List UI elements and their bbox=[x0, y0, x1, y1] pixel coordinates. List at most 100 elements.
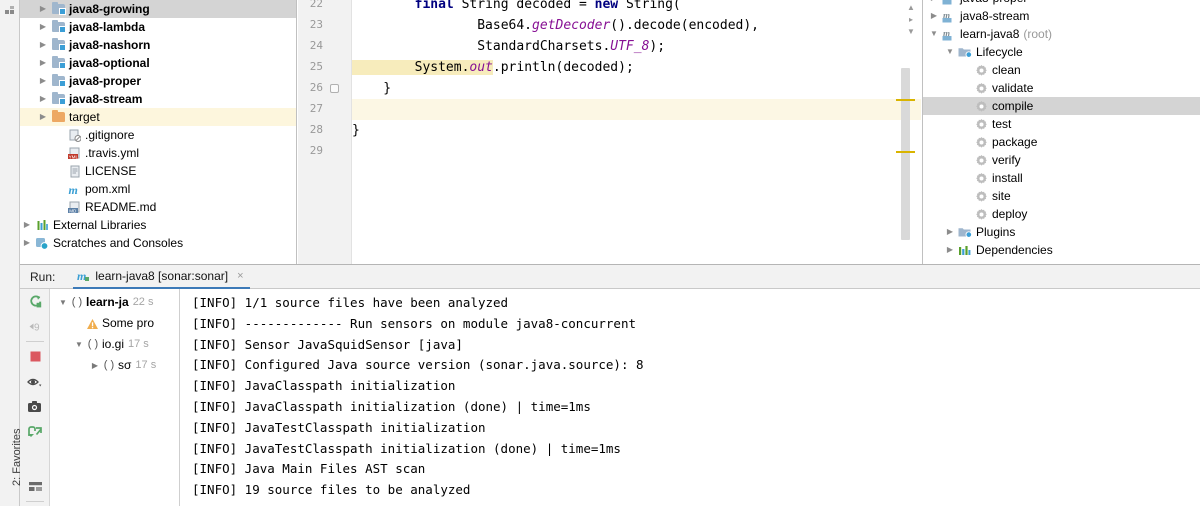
rerun-failed-tests-button[interactable]: 9 bbox=[20, 314, 50, 339]
code-line[interactable]: } bbox=[352, 120, 360, 141]
chevron-right-icon[interactable]: ▶ bbox=[20, 216, 34, 234]
rerun-button[interactable] bbox=[20, 289, 50, 314]
code-line[interactable]: StandardCharsets.UTF_8); bbox=[352, 36, 665, 57]
maven-tree-item[interactable]: verify bbox=[923, 151, 1200, 169]
test-tree-row[interactable]: ▼( ) learn-ja 22 s bbox=[50, 292, 179, 313]
maven-run-icon: m bbox=[77, 269, 90, 282]
code-line[interactable]: final String decoded = new String( bbox=[352, 0, 681, 15]
maven-tree-item[interactable]: ▶mjava8-proper bbox=[923, 0, 1200, 7]
chevron-right-icon[interactable]: ▶ bbox=[943, 223, 957, 241]
chevron-right-icon[interactable]: ▶ bbox=[36, 54, 50, 72]
console-line: [INFO] 1/1 source files have been analyz… bbox=[192, 295, 509, 310]
module-folder-icon bbox=[50, 55, 66, 69]
chevron-right-icon[interactable]: ▶ bbox=[20, 234, 34, 252]
maven-tree-item[interactable]: ▼ m learn-java8 (root) bbox=[923, 25, 1200, 43]
maven-tree-item[interactable]: deploy bbox=[923, 205, 1200, 223]
filter-button[interactable] bbox=[20, 369, 50, 394]
stop-button[interactable] bbox=[20, 344, 50, 369]
code-token: } bbox=[352, 123, 360, 138]
maven-tree-item[interactable]: install bbox=[923, 169, 1200, 187]
chevron-right-icon[interactable]: ▶ bbox=[943, 241, 957, 259]
chevron-right-icon[interactable]: ▶ bbox=[36, 108, 50, 126]
chevron-right-icon[interactable]: ▶ bbox=[927, 7, 941, 25]
module-folder-icon bbox=[50, 37, 66, 51]
code-line[interactable]: System.out.println(decoded); bbox=[352, 57, 634, 78]
chevron-down-icon[interactable]: ▼ bbox=[903, 26, 919, 38]
toolbar-separator bbox=[25, 501, 44, 502]
maven-tree-item[interactable]: compile bbox=[923, 97, 1200, 115]
structure-icon[interactable] bbox=[4, 4, 16, 16]
code-fold-icon[interactable] bbox=[330, 84, 339, 93]
export-snapshot-button[interactable] bbox=[20, 394, 50, 419]
chevron-down-icon[interactable]: ▼ bbox=[56, 292, 70, 313]
maven-tree-item-label: java8-stream bbox=[960, 9, 1030, 23]
chevron-up-icon[interactable]: ▲ bbox=[903, 2, 919, 14]
console-output[interactable]: [INFO] 1/1 source files have been analyz… bbox=[180, 289, 1200, 506]
editor-scrollbar[interactable] bbox=[901, 68, 910, 240]
maven-tree-item[interactable]: ▶ Dependencies bbox=[923, 241, 1200, 259]
editor-gutter[interactable]: 22 23 24 25 26 27 28 29 bbox=[298, 0, 352, 264]
project-tree-item[interactable]: ▶ java8-optional bbox=[20, 54, 296, 72]
dependencies-folder-icon bbox=[957, 244, 973, 256]
project-tree-item[interactable]: YML .travis.yml bbox=[20, 144, 296, 162]
editor-scroll-arrows[interactable]: ▲ ▸ ▼ bbox=[903, 2, 919, 38]
project-tree-item[interactable]: m pom.xml bbox=[20, 180, 296, 198]
chevron-right-icon[interactable]: ▸ bbox=[903, 14, 919, 26]
test-tree-row[interactable]: ▼( ) io.gi 17 s bbox=[50, 334, 179, 355]
editor-marker-warning-2[interactable] bbox=[896, 151, 915, 153]
chevron-right-icon[interactable]: ▶ bbox=[36, 72, 50, 90]
test-results-tree[interactable]: ▼( ) learn-ja 22 s Some pro ▼( ) io.gi 17 s ▶( … bbox=[50, 289, 180, 506]
chevron-right-icon[interactable]: ▶ bbox=[36, 36, 50, 54]
code-line[interactable]: Base64.getDecoder().decode(encoded), bbox=[352, 15, 759, 36]
chevron-right-icon[interactable]: ▶ bbox=[88, 355, 102, 376]
svg-text:m: m bbox=[77, 269, 86, 282]
project-tree-item[interactable]: MD README.md bbox=[20, 198, 296, 216]
camera-icon bbox=[27, 400, 43, 413]
project-tree-item[interactable]: ▶ java8-stream bbox=[20, 90, 296, 108]
run-configuration-tab[interactable]: m learn-java8 [sonar:sonar] × bbox=[73, 265, 250, 289]
favorites-tool-label[interactable]: 2: Favorites bbox=[11, 396, 23, 486]
chevron-right-icon[interactable]: ▶ bbox=[927, 0, 941, 7]
editor-marker-warning-1[interactable] bbox=[896, 99, 915, 101]
chevron-down-icon[interactable]: ▼ bbox=[943, 43, 957, 61]
project-tree-item[interactable]: .gitignore bbox=[20, 126, 296, 144]
code-editor[interactable]: 22 23 24 25 26 27 28 29 final String decoded = … bbox=[298, 0, 921, 264]
test-tree-row[interactable]: Some pro bbox=[50, 313, 179, 334]
project-tree-item[interactable]: ▶ target bbox=[20, 108, 296, 126]
maven-tree-item[interactable]: ▶ Plugins bbox=[923, 223, 1200, 241]
test-tree-row-label: Some pro bbox=[102, 316, 155, 330]
goal-icon bbox=[973, 190, 989, 203]
project-tree-item[interactable]: ▶ java8-lambda bbox=[20, 18, 296, 36]
test-status-icon: ( ) bbox=[103, 359, 115, 371]
chevron-down-icon[interactable]: ▼ bbox=[72, 334, 86, 355]
editor-code-area[interactable]: final String decoded = new String( Base6… bbox=[352, 0, 921, 264]
toggle-layout-button[interactable] bbox=[20, 474, 50, 499]
project-tree-item[interactable]: ▶ External Libraries bbox=[20, 216, 296, 234]
test-tree-row[interactable]: ▶( ) sσ 17 s bbox=[50, 355, 179, 376]
maven-tree-item-label: Lifecycle bbox=[976, 45, 1023, 59]
code-line[interactable]: } bbox=[352, 78, 391, 99]
code-token: ); bbox=[649, 39, 666, 54]
close-icon[interactable]: × bbox=[237, 270, 243, 282]
chevron-down-icon[interactable]: ▼ bbox=[927, 25, 941, 43]
project-tree-item[interactable]: LICENSE bbox=[20, 162, 296, 180]
maven-tree-item[interactable]: clean bbox=[923, 61, 1200, 79]
goal-icon bbox=[973, 100, 989, 113]
test-duration: 22 s bbox=[132, 296, 154, 308]
markdown-file-icon: MD bbox=[66, 201, 82, 214]
maven-tree-item[interactable]: site bbox=[923, 187, 1200, 205]
maven-tree-item[interactable]: validate bbox=[923, 79, 1200, 97]
import-tests-button[interactable] bbox=[20, 419, 50, 444]
maven-tree-item[interactable]: package bbox=[923, 133, 1200, 151]
maven-tree-item[interactable]: test bbox=[923, 115, 1200, 133]
maven-tree-item[interactable]: ▶ m java8-stream bbox=[923, 7, 1200, 25]
project-tree-item[interactable]: ▶ Scratches and Consoles bbox=[20, 234, 296, 252]
chevron-right-icon[interactable]: ▶ bbox=[36, 18, 50, 36]
chevron-right-icon[interactable]: ▶ bbox=[36, 0, 50, 18]
project-tree-item[interactable]: ▶ java8-growing bbox=[20, 0, 296, 18]
project-tree-item-label: Scratches and Consoles bbox=[53, 236, 184, 250]
project-tree-item[interactable]: ▶ java8-nashorn bbox=[20, 36, 296, 54]
chevron-right-icon[interactable]: ▶ bbox=[36, 90, 50, 108]
project-tree-item[interactable]: ▶ java8-proper bbox=[20, 72, 296, 90]
maven-tree-item[interactable]: ▼ Lifecycle bbox=[923, 43, 1200, 61]
